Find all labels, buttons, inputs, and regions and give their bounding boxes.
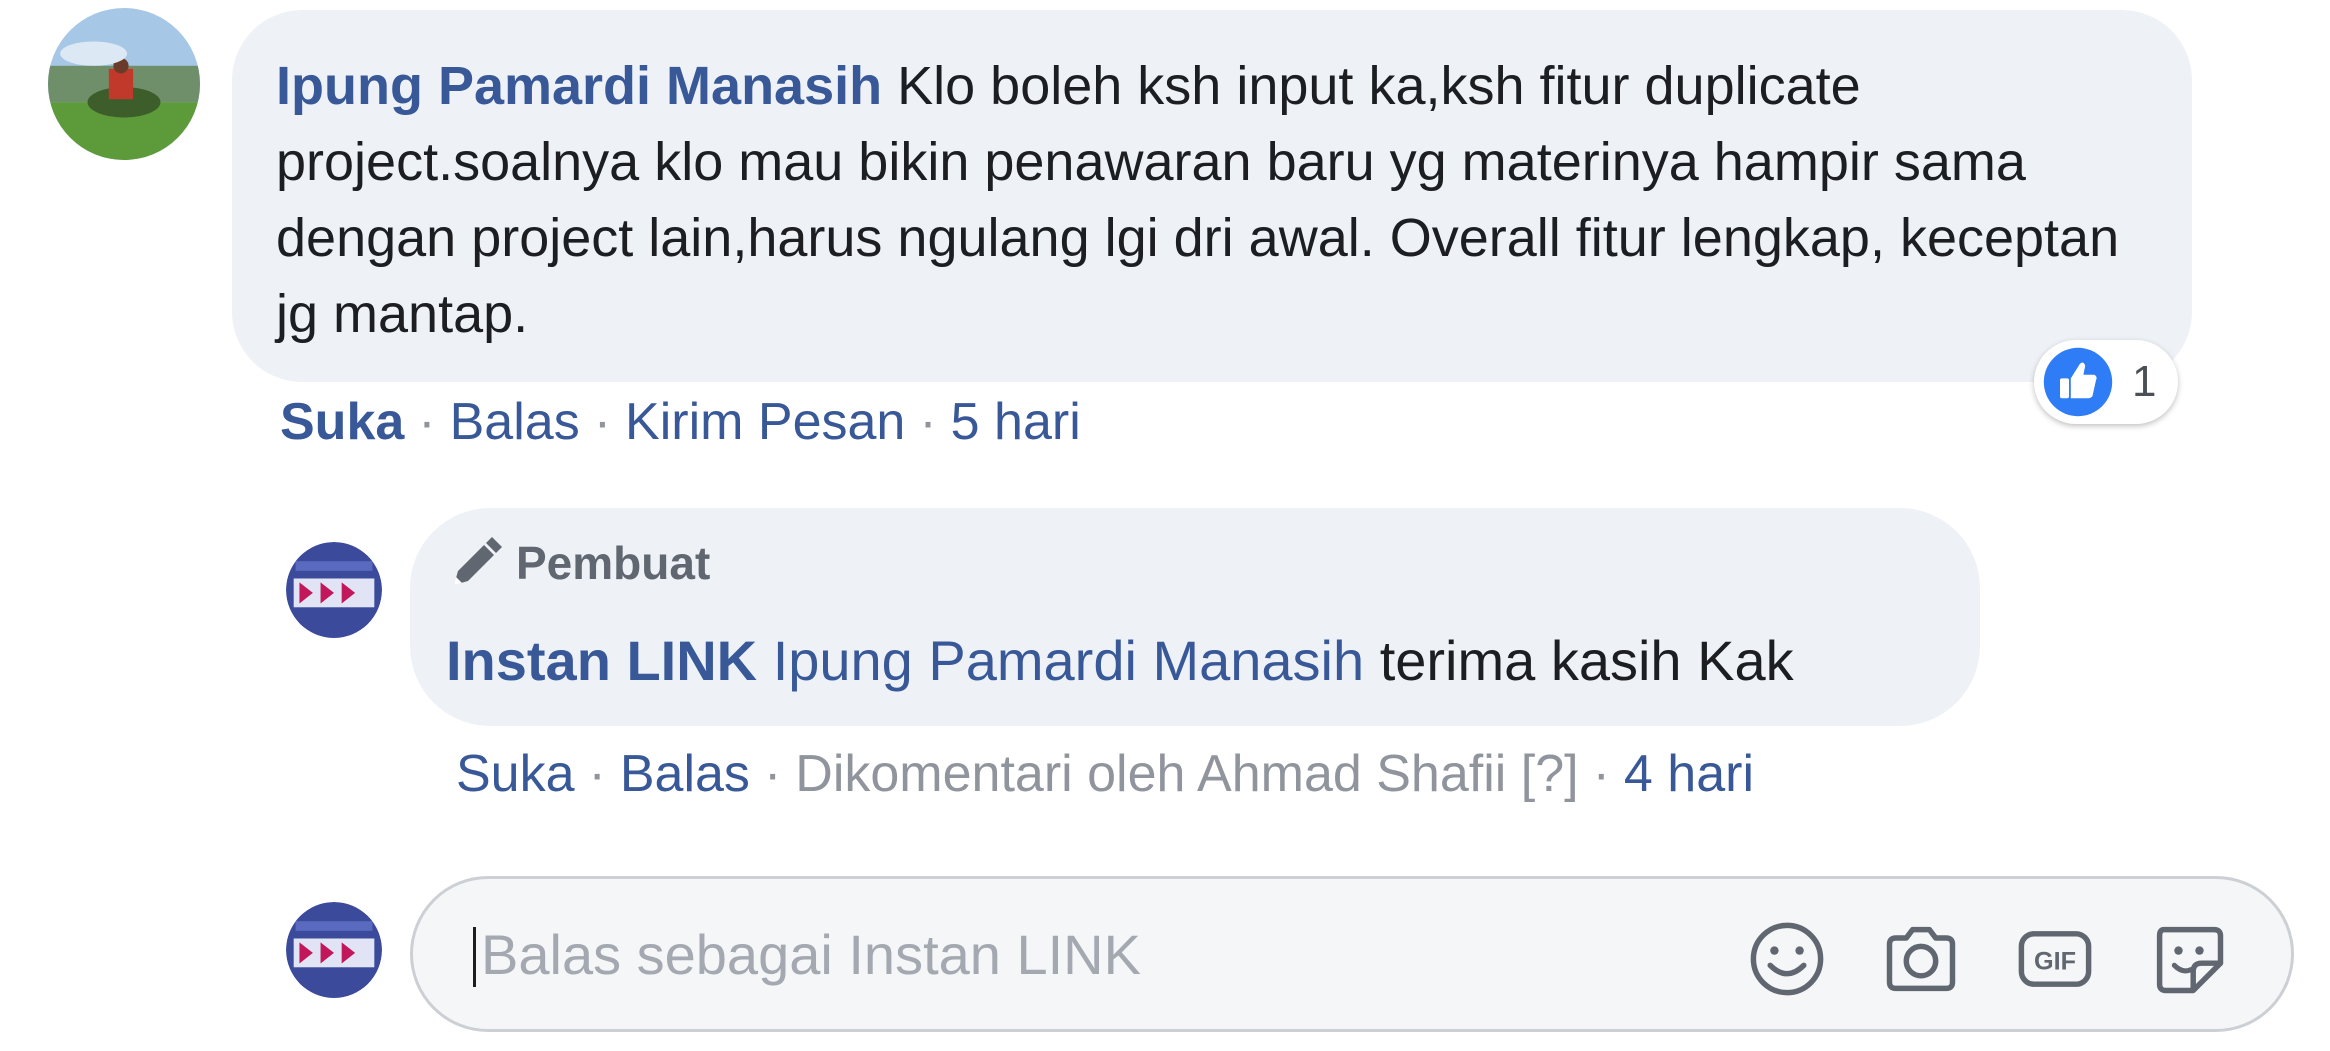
reply-timestamp[interactable]: 4 hari [1624,745,1754,803]
reply-like-link[interactable]: Suka [456,745,575,803]
reply-author[interactable]: Instan LINK [446,629,757,692]
reply-mention[interactable]: Ipung Pamardi Manasih [773,629,1364,692]
author-badge: Pembuat [446,528,1940,598]
comment-bubble: Ipung Pamardi Manasih Klo boleh ksh inpu… [232,10,2192,382]
reply-reply-link[interactable]: Balas [620,745,750,803]
separator: · [1592,745,1610,803]
text-caret [473,927,476,987]
like-icon [2043,347,2113,417]
comment-actions: Suka · Balas · Kirim Pesan · 5 hari [280,392,1081,452]
reply-composer: GIF [410,876,2294,1032]
commenter-avatar[interactable] [48,8,200,160]
reply-link[interactable]: Balas [450,393,580,451]
send-message-link[interactable]: Kirim Pesan [625,393,905,451]
commented-by-text: Dikomentari oleh Ahmad Shafii [795,745,1507,803]
camera-icon [1886,926,1956,992]
sticker-button[interactable] [2147,917,2231,1001]
gif-button[interactable]: GIF [2013,917,2097,1001]
separator: · [418,393,436,451]
reaction-badge[interactable]: 1 [2034,340,2178,424]
reply-content: Instan LINK Ipung Pamardi Manasih terima… [446,626,1940,696]
commenter-avatar-image [48,8,200,160]
reply-text: terima kasih Kak [1379,629,1794,692]
reply-actions: Suka · Balas · Dikomentari oleh Ahmad Shafii… [456,744,1754,804]
help-link[interactable]: [?] [1521,745,1579,803]
pen-icon [454,537,502,585]
reaction-count: 1 [2132,357,2157,406]
timestamp[interactable]: 5 hari [951,393,1081,451]
separator: · [919,393,937,451]
page-logo [286,542,382,638]
svg-text:GIF: GIF [2034,948,2076,976]
comment-author[interactable]: Ipung Pamardi Manasih [276,56,882,116]
separator: · [763,745,782,803]
comment-thread: Ipung Pamardi Manasih Klo boleh ksh inpu… [0,0,2330,1051]
sticker-icon [2156,926,2224,994]
emoji-button[interactable] [1745,917,1829,1001]
camera-button[interactable] [1879,917,1963,1001]
gif-icon: GIF [2018,931,2092,987]
like-link[interactable]: Suka [280,393,404,451]
emoji-icon [1750,922,1824,996]
reply-bubble: Pembuat Instan LINK Ipung Pamardi Manasi… [410,508,1980,726]
reply-input[interactable] [481,909,1781,999]
composer-avatar [286,902,382,998]
separator: · [593,393,612,451]
page-avatar[interactable] [286,542,382,638]
separator: · [588,745,606,803]
author-badge-label: Pembuat [516,537,711,589]
composer-toolbar: GIF [1745,917,2231,1001]
page-logo [286,902,382,998]
